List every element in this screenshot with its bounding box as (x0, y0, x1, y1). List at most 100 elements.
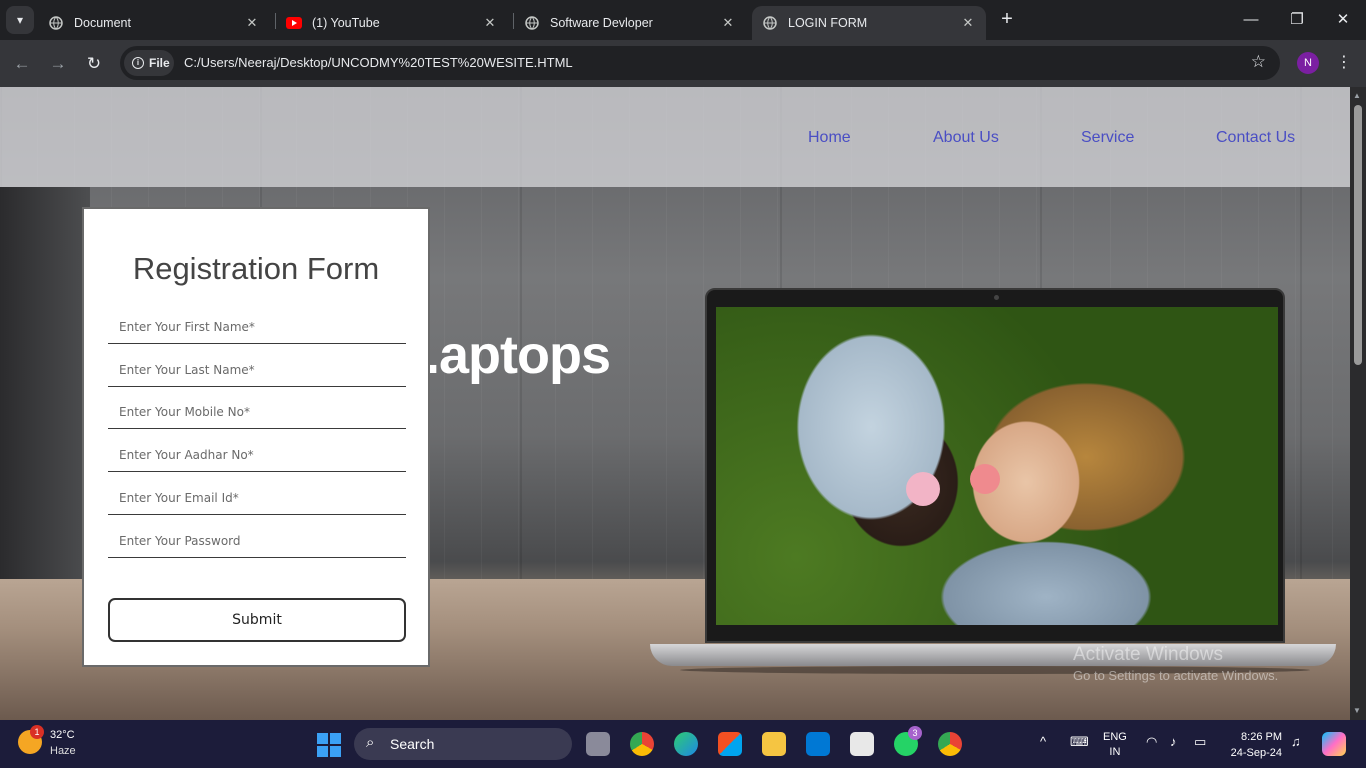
laptop-screen-photo (716, 307, 1278, 625)
photos-icon[interactable] (850, 732, 874, 756)
windows-taskbar: 1 32°C Haze ⌕ Search 3 ^ ⌨ ENG IN ◠ ♪ ▭ … (0, 720, 1366, 768)
registration-form: Registration Form Submit (82, 207, 430, 667)
tab-title: LOGIN FORM (788, 16, 868, 30)
tab-strip: ▾ Document ✕ (1) YouTube ✕ Software Devl… (0, 0, 1366, 40)
wifi-icon[interactable]: ◠ (1146, 734, 1157, 750)
bookmark-star-icon[interactable]: ☆ (1251, 52, 1266, 72)
chevron-up-icon[interactable]: ^ (1040, 734, 1046, 749)
mobile-field[interactable] (108, 395, 406, 429)
region-code: IN (1109, 746, 1121, 758)
arrow-left-icon: ← (13, 54, 31, 73)
copilot-icon[interactable] (1322, 732, 1346, 756)
arrow-right-icon: → (49, 54, 67, 73)
activate-windows-title: Activate Windows (1073, 644, 1223, 665)
web-page: Home About Us Service Contact Us .aptops… (0, 87, 1350, 720)
back-button[interactable]: ← (10, 52, 34, 76)
form-title: Registration Form (132, 251, 380, 286)
clock-time: 8:26 PM (1241, 731, 1282, 743)
chrome-icon[interactable] (630, 732, 654, 756)
close-icon[interactable]: ✕ (242, 15, 262, 31)
url-text[interactable]: C:/Users/Neeraj/Desktop/UNCODMY%20TEST%2… (184, 55, 573, 70)
tab-title: (1) YouTube (312, 16, 380, 30)
edge-icon[interactable] (674, 732, 698, 756)
plus-icon: + (1001, 8, 1013, 30)
tab-login-form[interactable]: LOGIN FORM ✕ (752, 6, 986, 40)
info-icon: i (132, 57, 144, 69)
close-icon[interactable]: ✕ (958, 15, 978, 31)
chevron-down-icon: ▾ (16, 13, 24, 27)
language-code: ENG (1103, 731, 1127, 743)
scroll-up-icon[interactable]: ▲ (1353, 91, 1361, 100)
tab-title: Document (74, 16, 131, 30)
close-icon[interactable]: ✕ (480, 15, 500, 31)
minimize-icon: — (1243, 11, 1259, 28)
reload-button[interactable]: ↻ (82, 52, 106, 76)
battery-icon[interactable]: ▭ (1194, 734, 1206, 750)
browser-toolbar: ← → ↻ i File C:/Users/Neeraj/Desktop/UNC… (0, 40, 1366, 87)
file-explorer-icon[interactable] (762, 732, 786, 756)
tab-youtube[interactable]: (1) YouTube ✕ (276, 6, 508, 40)
minimize-button[interactable]: — (1236, 8, 1266, 32)
whatsapp-badge: 3 (908, 726, 922, 740)
tab-search-button[interactable]: ▾ (6, 6, 34, 34)
password-field[interactable] (108, 524, 406, 558)
nav-home[interactable]: Home (808, 129, 851, 147)
weather-condition: Haze (50, 745, 76, 757)
restore-icon: ❐ (1290, 11, 1304, 28)
youtube-icon (286, 15, 302, 31)
email-field[interactable] (108, 481, 406, 515)
close-icon: ✕ (1336, 11, 1350, 28)
laptop-camera (994, 295, 999, 300)
bubble-gum (906, 472, 940, 506)
keyboard-icon[interactable]: ⌨ (1070, 734, 1089, 750)
search-icon: ⌕ (366, 734, 375, 751)
restore-button[interactable]: ❐ (1282, 8, 1312, 32)
scroll-down-icon[interactable]: ▼ (1353, 706, 1361, 715)
close-icon[interactable]: ✕ (718, 15, 738, 31)
last-name-field[interactable] (108, 353, 406, 387)
page-scrollbar[interactable]: ▲ ▼ (1350, 87, 1366, 720)
whatsapp-icon[interactable]: 3 (894, 726, 922, 756)
notification-bell-icon[interactable]: ♫ (1291, 734, 1301, 749)
globe-icon (524, 15, 540, 31)
notification-badge: 1 (30, 725, 44, 739)
more-menu-icon[interactable]: ⋮ (1336, 52, 1352, 76)
language-indicator[interactable]: ENG IN (1103, 730, 1127, 760)
scrollbar-thumb[interactable] (1354, 105, 1362, 365)
site-info-chip[interactable]: i File (124, 50, 174, 76)
nav-service[interactable]: Service (1081, 129, 1134, 147)
globe-icon (48, 15, 64, 31)
hero-heading: .aptops (425, 325, 611, 385)
clock-date: 24-Sep-24 (1230, 747, 1282, 759)
new-tab-button[interactable]: + (996, 8, 1018, 30)
system-clock[interactable]: 8:26 PM 24-Sep-24 (1226, 729, 1282, 761)
address-bar[interactable]: i File C:/Users/Neeraj/Desktop/UNCODMY%2… (120, 46, 1280, 80)
activate-windows-subtitle: Go to Settings to activate Windows. (1073, 668, 1279, 683)
vscode-icon[interactable] (806, 732, 830, 756)
taskbar-search[interactable]: ⌕ Search (354, 728, 572, 760)
background-wood-panel (0, 187, 90, 587)
nav-contact-us[interactable]: Contact Us (1216, 129, 1295, 147)
chrome-profile-icon[interactable] (938, 732, 962, 756)
aadhar-field[interactable] (108, 438, 406, 472)
laptop-image (705, 288, 1285, 643)
submit-button[interactable]: Submit (108, 598, 406, 642)
task-view-icon[interactable] (586, 732, 610, 756)
tab-title: Software Devloper (550, 16, 653, 30)
close-window-button[interactable]: ✕ (1328, 8, 1358, 32)
site-info-label: File (149, 56, 170, 70)
profile-avatar[interactable]: N (1297, 52, 1319, 74)
first-name-field[interactable] (108, 310, 406, 344)
windows-start-icon[interactable] (317, 733, 341, 757)
site-header: Home About Us Service Contact Us (0, 87, 1350, 187)
laptop-base (650, 644, 1336, 666)
nav-about-us[interactable]: About Us (933, 129, 999, 147)
weather-temp: 32°C (50, 729, 75, 741)
reload-icon: ↻ (86, 54, 102, 73)
forward-button[interactable]: → (46, 52, 70, 76)
tab-software-devloper[interactable]: Software Devloper ✕ (514, 6, 746, 40)
volume-icon[interactable]: ♪ (1170, 734, 1177, 749)
tab-document[interactable]: Document ✕ (38, 6, 270, 40)
bubble-gum (970, 464, 1000, 494)
store-icon[interactable] (718, 732, 742, 756)
